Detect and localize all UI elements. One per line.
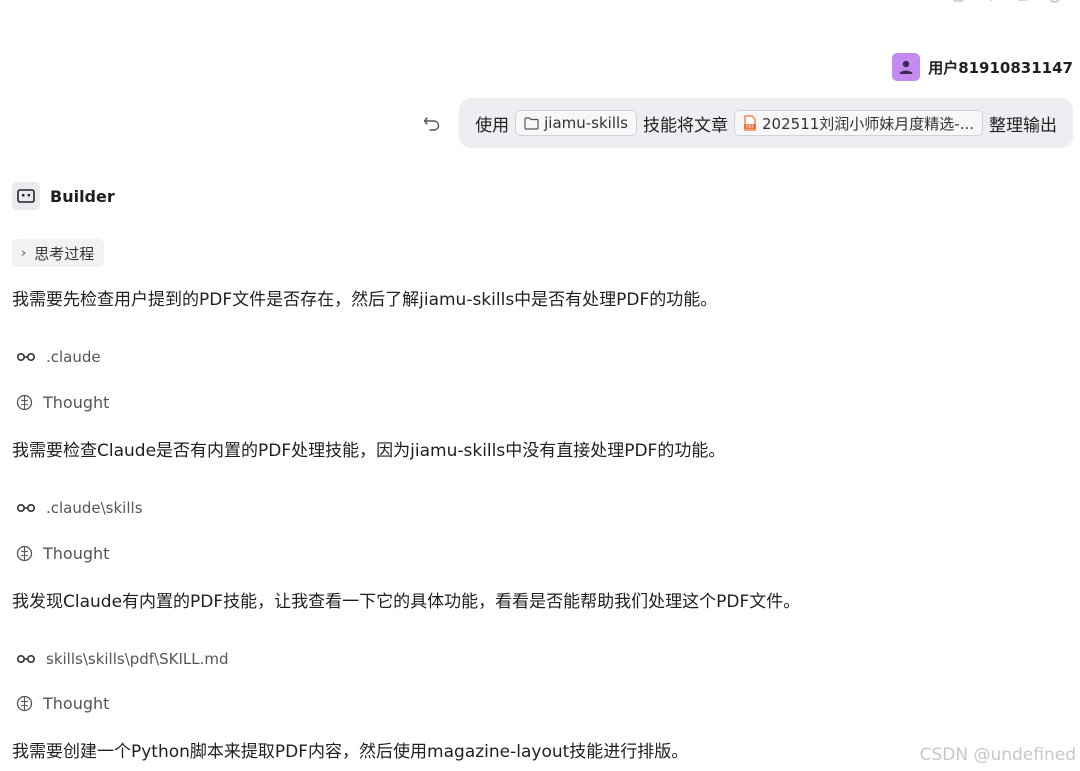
message-middle: 技能将文章 [643,115,729,136]
user-message-bubble: 使用 jiamu-skills 技能将文章 PDF 202511刘润小师妹月度精… [459,98,1073,148]
tool-call-target: skills\skills\pdf\SKILL.md [46,650,229,668]
thought-label: Thought [43,694,110,713]
assistant-text: 我需要先检查用户提到的PDF文件是否存在，然后了解jiamu-skills中是否… [12,290,718,310]
user-message-row: 使用 jiamu-skills 技能将文章 PDF 202511刘润小师妹月度精… [421,98,1073,148]
thought-row[interactable]: Thought [16,694,109,713]
folder-icon [524,116,539,130]
user-header: 用户81910831147 [892,53,1073,81]
thought-row[interactable]: Thought [16,544,109,563]
glasses-icon [16,503,36,513]
message-actions [952,0,1062,6]
tool-call-target: .claude\skills [46,499,143,517]
brain-icon [16,695,33,712]
watermark: CSDN @undefined [919,745,1076,765]
message-prefix: 使用 [475,115,510,136]
copy-icon[interactable] [952,0,966,6]
assistant-text: 我需要创建一个Python脚本来提取PDF内容，然后使用magazine-lay… [12,742,689,762]
tool-call-row[interactable]: .claude\skills [16,499,143,517]
agent-header: Builder [12,182,115,210]
assistant-text: 我发现Claude有内置的PDF技能，让我查看一下它的具体功能，看看是否能帮助我… [12,592,801,612]
svg-text:PDF: PDF [746,124,754,129]
agent-name: Builder [50,186,115,206]
user-avatar [892,53,921,81]
undo-icon[interactable] [421,112,443,134]
refresh-icon[interactable] [1048,0,1062,6]
brain-icon [16,394,33,411]
edit-icon[interactable] [1016,0,1030,6]
thought-label: Thought [43,393,110,412]
builder-avatar [12,182,40,210]
pdf-file-icon: PDF [744,115,757,131]
file-chip[interactable]: PDF 202511刘润小师妹月度精选-... [734,110,983,136]
user-name: 用户81910831147 [928,58,1073,77]
skill-chip-label: jiamu-skills [544,114,629,132]
pin-icon[interactable] [984,0,998,6]
tool-call-row[interactable]: skills\skills\pdf\SKILL.md [16,650,229,668]
robot-icon [17,189,35,203]
message-suffix: 整理输出 [989,115,1057,136]
tool-call-row[interactable]: .claude [16,348,101,366]
thought-label: Thought [43,544,110,563]
user-icon [899,60,913,74]
thinking-process-toggle[interactable]: › 思考过程 [12,239,105,267]
file-chip-label: 202511刘润小师妹月度精选-... [762,114,974,133]
glasses-icon [16,654,36,664]
thinking-label: 思考过程 [34,244,95,263]
tool-call-target: .claude [46,348,101,366]
thought-row[interactable]: Thought [16,393,109,412]
chevron-right-icon: › [21,245,27,261]
glasses-icon [16,352,36,362]
skill-chip[interactable]: jiamu-skills [515,110,638,136]
assistant-text: 我需要检查Claude是否有内置的PDF处理技能，因为jiamu-skills中… [12,441,726,461]
brain-icon [16,545,33,562]
